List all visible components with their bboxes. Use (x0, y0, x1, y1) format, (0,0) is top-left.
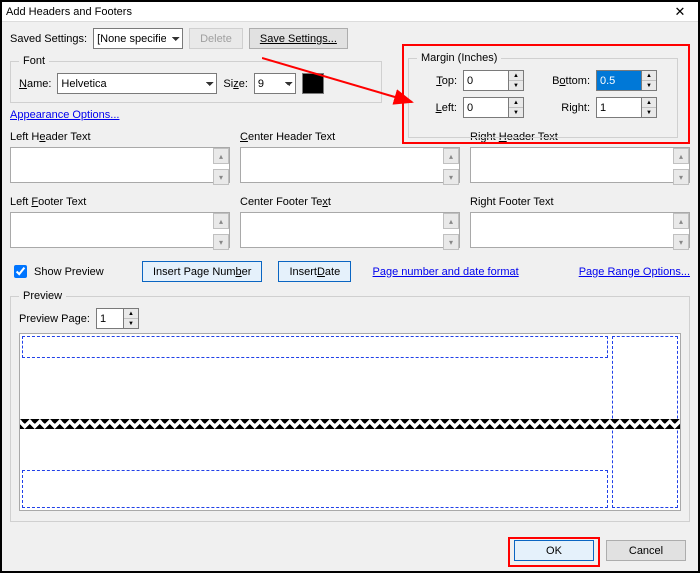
font-size-label: Size: (223, 78, 247, 90)
ok-button[interactable]: OK (514, 540, 594, 561)
guide-header (22, 336, 608, 358)
font-color-swatch[interactable] (302, 73, 324, 94)
right-header-input[interactable] (470, 147, 690, 183)
font-name-select[interactable]: Helvetica (57, 73, 217, 94)
preview-page-input[interactable]: ▲▼ (96, 308, 139, 329)
margin-bottom-label: Bottom: (542, 75, 590, 87)
margin-left-label: Left: (417, 102, 457, 114)
title-bar: Add Headers and Footers ✕ (2, 2, 698, 22)
show-preview-check-icon[interactable] (14, 265, 27, 278)
scroll-up-icon[interactable]: ▴ (213, 213, 229, 229)
margin-right-label: Right: (542, 102, 590, 114)
page-range-options-link[interactable]: Page Range Options... (579, 266, 690, 278)
scroll-up-icon[interactable]: ▴ (673, 213, 689, 229)
close-icon[interactable]: ✕ (666, 4, 694, 20)
show-preview-checkbox[interactable]: Show Preview (10, 262, 142, 281)
margin-group: Margin (Inches) Top: ▲▼ Bottom: ▲▼ Left:… (408, 52, 678, 138)
margin-group-wrap: Margin (Inches) Top: ▲▼ Bottom: ▲▼ Left:… (408, 52, 678, 138)
margin-bottom-input[interactable]: ▲▼ (596, 70, 657, 91)
margin-legend: Margin (Inches) (417, 52, 501, 64)
page-content-icon (20, 419, 680, 429)
guide-footer (22, 470, 608, 508)
center-header-input[interactable] (240, 147, 460, 183)
scroll-down-icon[interactable]: ▾ (213, 169, 229, 185)
scroll-up-icon[interactable]: ▴ (213, 148, 229, 164)
hf-grid: Left Header Text ▴▾ Center Header Text ▴… (10, 131, 690, 251)
scroll-down-icon[interactable]: ▾ (443, 169, 459, 185)
font-size-select[interactable]: 9 (254, 73, 296, 94)
preview-group: Preview Preview Page: ▲▼ (10, 290, 690, 522)
preview-pane (19, 333, 681, 511)
left-footer-label: Left Footer Text (10, 196, 230, 208)
scroll-down-icon[interactable]: ▾ (673, 234, 689, 250)
margin-right-input[interactable]: ▲▼ (596, 97, 657, 118)
save-settings-button[interactable]: Save Settings... (249, 28, 348, 49)
scroll-down-icon[interactable]: ▾ (443, 234, 459, 250)
center-footer-label: Center Footer Text (240, 196, 460, 208)
page-number-format-link[interactable]: Page number and date format (373, 266, 519, 278)
scroll-down-icon[interactable]: ▾ (673, 169, 689, 185)
margin-top-input[interactable]: ▲▼ (463, 70, 524, 91)
font-legend: Font (19, 55, 49, 67)
preview-page-label: Preview Page: (19, 313, 90, 325)
left-footer-input[interactable] (10, 212, 230, 248)
insert-date-button[interactable]: Insert Date (278, 261, 351, 282)
right-footer-input[interactable] (470, 212, 690, 248)
scroll-up-icon[interactable]: ▴ (443, 148, 459, 164)
scroll-up-icon[interactable]: ▴ (673, 148, 689, 164)
dialog-body: Saved Settings: [None specified] Delete … (2, 22, 698, 571)
insert-page-number-button[interactable]: Insert Page Number (142, 261, 262, 282)
font-name-label: Name: (19, 78, 51, 90)
margin-left-input[interactable]: ▲▼ (463, 97, 524, 118)
font-group: Font Name: Helvetica Size: 9 (10, 55, 382, 103)
saved-settings-select[interactable]: [None specified] (93, 28, 183, 49)
preview-legend: Preview (19, 290, 66, 302)
left-header-label: Left Header Text (10, 131, 230, 143)
show-preview-label: Show Preview (34, 266, 104, 278)
center-footer-input[interactable] (240, 212, 460, 248)
delete-button: Delete (189, 28, 243, 49)
saved-settings-row: Saved Settings: [None specified] Delete … (10, 28, 690, 49)
appearance-options-link[interactable]: Appearance Options... (10, 109, 119, 121)
scroll-up-icon[interactable]: ▴ (443, 213, 459, 229)
dialog-footer: OK Cancel (514, 540, 686, 561)
right-footer-label: Right Footer Text (470, 196, 690, 208)
dialog-window: Add Headers and Footers ✕ Saved Settings… (0, 0, 700, 573)
margin-top-label: Top: (417, 75, 457, 87)
saved-settings-label: Saved Settings: (10, 33, 87, 45)
window-title: Add Headers and Footers (6, 6, 132, 18)
cancel-button[interactable]: Cancel (606, 540, 686, 561)
scroll-down-icon[interactable]: ▾ (213, 234, 229, 250)
left-header-input[interactable] (10, 147, 230, 183)
